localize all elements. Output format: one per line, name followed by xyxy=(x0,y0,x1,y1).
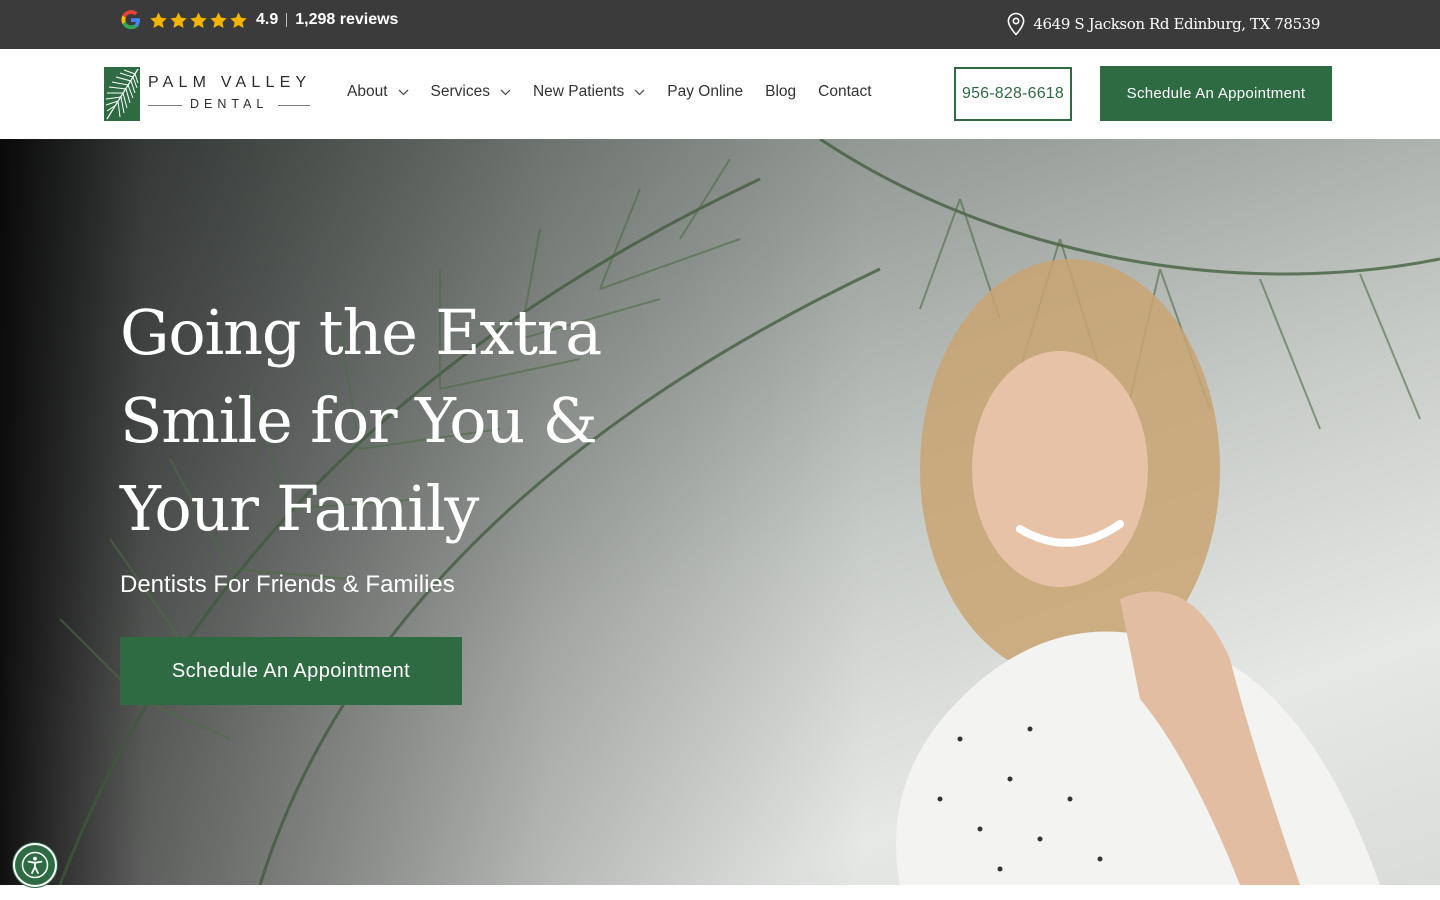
main-nav: About Services New Patients Pay Online B… xyxy=(347,83,894,101)
nav-item-label: Services xyxy=(430,83,490,100)
reviews-link[interactable]: 1,298 reviews xyxy=(295,11,398,29)
nav-item-blog[interactable]: Blog xyxy=(765,83,796,101)
nav-item-contact[interactable]: Contact xyxy=(818,83,871,101)
star-icon xyxy=(230,11,247,28)
star-icon xyxy=(150,11,167,28)
page-bottom-strip xyxy=(0,885,1440,900)
rating-divider xyxy=(286,13,288,27)
address-link[interactable]: 4649 S Jackson Rd Edinburg, TX 78539 xyxy=(1006,12,1320,36)
logo-text-palm-valley: PALM VALLEY xyxy=(148,74,312,91)
hero-schedule-appointment-button[interactable]: Schedule An Appointment xyxy=(120,637,462,705)
star-icon xyxy=(190,11,207,28)
palm-leaf-logo-icon xyxy=(104,67,140,121)
top-bar: 4.9 1,298 reviews 4649 S Jackson Rd Edin… xyxy=(0,0,1440,49)
phone-button[interactable]: 956-828-6618 xyxy=(954,67,1072,121)
map-pin-icon xyxy=(1007,12,1025,36)
palm-valley-dental-logo[interactable]: PALM VALLEY DENTAL xyxy=(104,67,314,122)
logo-text-dental: DENTAL xyxy=(190,97,269,111)
nav-item-label: About xyxy=(347,83,388,100)
star-icon xyxy=(210,11,227,28)
nav-item-about[interactable]: About xyxy=(347,83,409,101)
nav-item-services[interactable]: Services xyxy=(431,83,511,101)
nav-item-label: Contact xyxy=(818,83,872,100)
nav-item-label: Pay Online xyxy=(667,83,744,100)
nav-item-pay-online[interactable]: Pay Online xyxy=(667,83,743,101)
hero-subtitle: Dentists For Friends & Families xyxy=(120,571,455,598)
accessibility-icon xyxy=(21,851,49,879)
rating-score: 4.9 xyxy=(256,11,279,28)
hero-section: Going the Extra Smile for You & Your Fam… xyxy=(0,139,1440,885)
nav-item-label: Blog xyxy=(765,83,797,100)
google-rating[interactable]: 4.9 1,298 reviews xyxy=(120,9,398,31)
header-schedule-appointment-button[interactable]: Schedule An Appointment xyxy=(1100,66,1332,121)
star-icon xyxy=(170,11,187,28)
hero-title: Going the Extra Smile for You & Your Fam… xyxy=(120,296,602,545)
chevron-down-icon xyxy=(398,89,408,95)
star-rating xyxy=(149,11,248,30)
logo-rule-right xyxy=(278,105,310,106)
google-g-icon xyxy=(121,10,140,30)
logo-rule-left xyxy=(148,105,182,106)
accessibility-button[interactable] xyxy=(13,843,57,887)
nav-item-label: New Patients xyxy=(532,83,625,100)
nav-item-new-patients[interactable]: New Patients xyxy=(533,83,645,101)
address-text: 4649 S Jackson Rd Edinburg, TX 78539 xyxy=(1033,15,1320,33)
chevron-down-icon xyxy=(500,89,511,95)
chevron-down-icon xyxy=(634,89,645,95)
site-header: PALM VALLEY DENTAL About Services New Pa… xyxy=(0,49,1440,139)
